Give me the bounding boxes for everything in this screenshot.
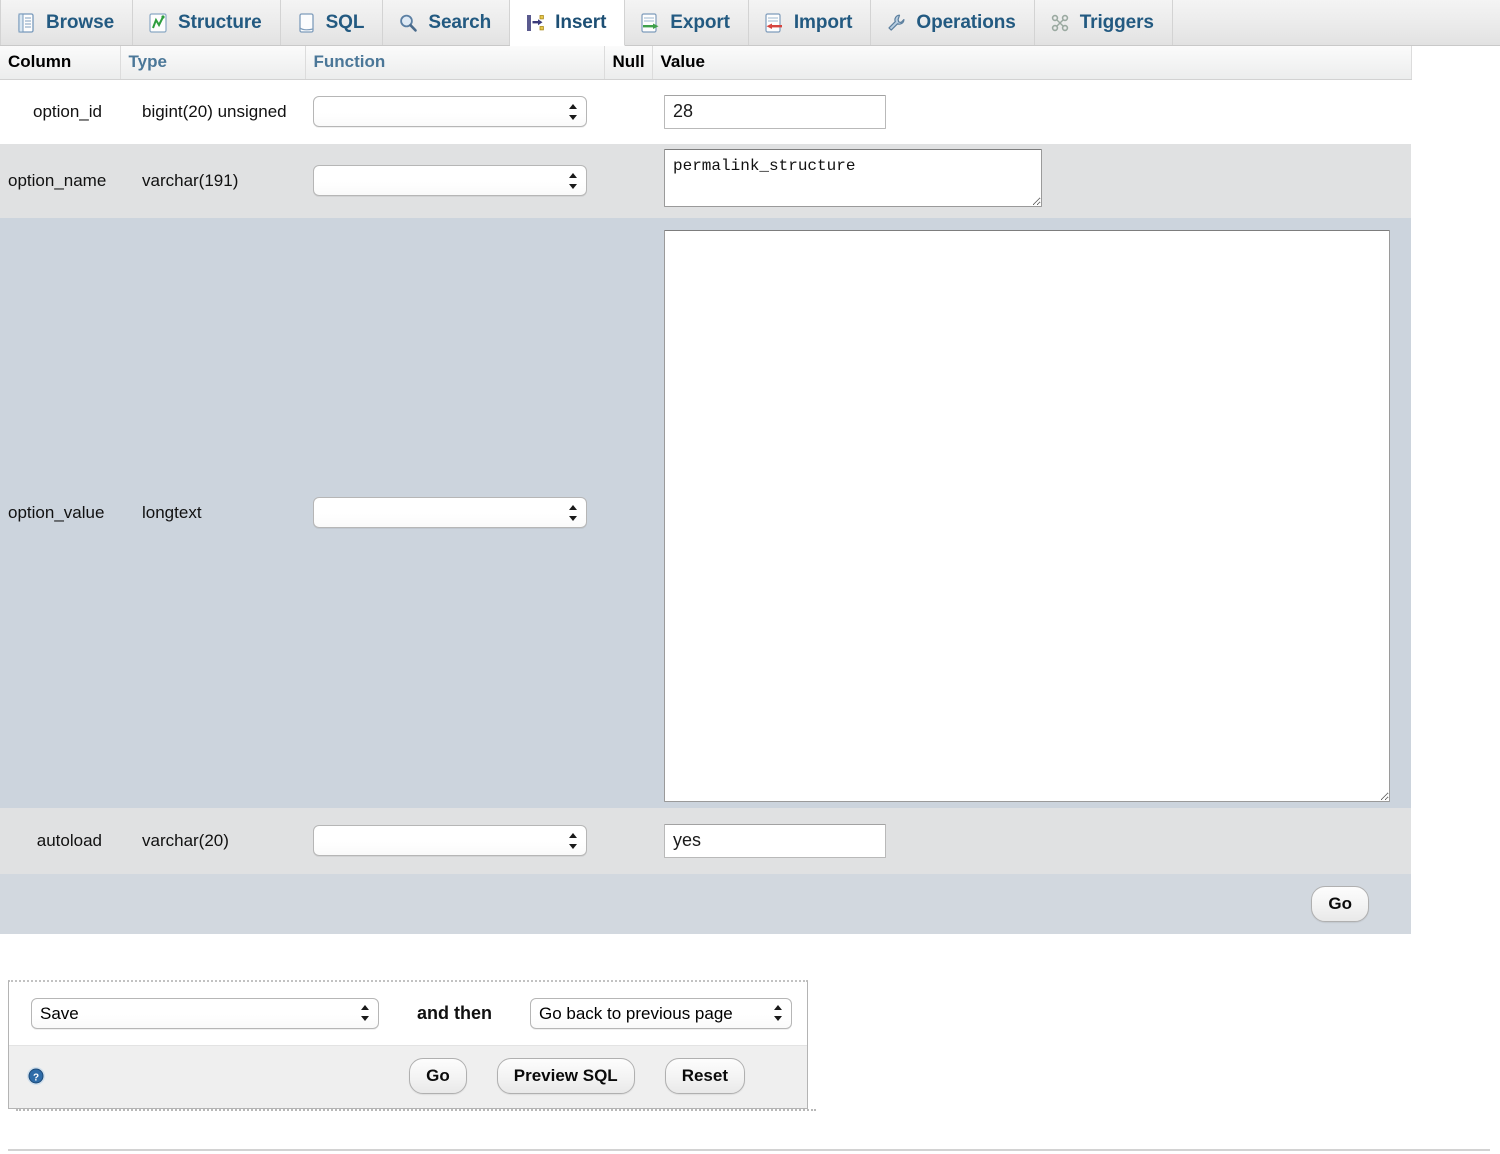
tab-export[interactable]: Export [625, 0, 749, 45]
svg-text:?: ? [33, 1072, 39, 1083]
insert-form-table: Column Type Function Null Value option_i… [0, 46, 1412, 934]
tab-label: Export [670, 12, 730, 34]
row-column-name: autoload [0, 808, 120, 874]
page-divider [8, 1149, 1490, 1151]
export-icon [639, 12, 661, 34]
import-icon [763, 12, 785, 34]
panel-bottom-divider [16, 1109, 816, 1111]
tab-insert[interactable]: Insert [510, 0, 625, 46]
search-icon [397, 12, 419, 34]
sql-icon [295, 12, 317, 34]
go-button[interactable]: Go [409, 1058, 467, 1094]
table-footer-row: Go [0, 874, 1411, 934]
reset-button[interactable]: Reset [665, 1058, 745, 1094]
row-column-type: bigint(20) unsigned [120, 80, 305, 144]
value-textarea[interactable]: permalink_structure [664, 149, 1042, 207]
tab-label: Browse [46, 12, 114, 34]
table-footer-cell: Go [0, 874, 1411, 934]
tab-label: Operations [916, 12, 1015, 34]
row-null-cell [604, 80, 652, 144]
tab-search[interactable]: Search [383, 0, 510, 45]
row-column-type: varchar(20) [120, 808, 305, 874]
tab-label: Search [428, 12, 491, 34]
row-null-cell [604, 808, 652, 874]
row-value-cell [652, 80, 1411, 144]
table-header-row: Column Type Function Null Value [0, 46, 1411, 80]
table-go-button[interactable]: Go [1311, 886, 1369, 922]
function-select[interactable] [313, 165, 587, 196]
table-row: option_name varchar(191) permalink_struc… [0, 144, 1411, 218]
lower-form-selects: Save and then Go back to previous page [9, 982, 807, 1046]
tab-operations[interactable]: Operations [871, 0, 1034, 45]
row-column-name: option_id [0, 80, 120, 144]
function-select[interactable] [313, 825, 587, 856]
table-row: autoload varchar(20) [0, 808, 1411, 874]
table-row: option_value longtext [0, 218, 1411, 808]
lower-form-wrap: Save and then Go back to previous page ? [0, 934, 1500, 1111]
row-column-type: longtext [120, 218, 305, 808]
row-value-cell: permalink_structure [652, 144, 1411, 218]
lower-form-panel: Save and then Go back to previous page ? [8, 980, 808, 1109]
value-input[interactable] [664, 95, 886, 129]
row-function-cell [305, 218, 604, 808]
value-textarea[interactable] [664, 230, 1390, 802]
tab-triggers[interactable]: Triggers [1035, 0, 1173, 45]
tab-label: Structure [178, 12, 262, 34]
table-row: option_id bigint(20) unsigned [0, 80, 1411, 144]
header-function[interactable]: Function [305, 46, 604, 80]
save-select-wrap: Save [31, 998, 379, 1029]
function-select-wrap [313, 96, 587, 127]
function-select-wrap [313, 165, 587, 196]
function-select-wrap [313, 497, 587, 528]
row-function-cell [305, 144, 604, 218]
action-buttons-group: Go Preview SQL Reset [409, 1058, 785, 1094]
row-value-cell [652, 218, 1411, 808]
tab-structure[interactable]: Structure [133, 0, 281, 45]
row-column-type: varchar(191) [120, 144, 305, 218]
structure-icon [147, 12, 169, 34]
row-value-cell [652, 808, 1411, 874]
main-tab-bar: Browse Structure SQL Search [0, 0, 1500, 46]
row-column-name: option_value [0, 218, 120, 808]
row-null-cell [604, 144, 652, 218]
tab-label: SQL [326, 12, 365, 34]
function-select[interactable] [313, 96, 587, 127]
insert-icon [524, 12, 546, 34]
row-function-cell [305, 808, 604, 874]
then-select-wrap: Go back to previous page [530, 998, 792, 1029]
lower-form-buttons: ? Go Preview SQL Reset [9, 1046, 807, 1108]
tab-sql[interactable]: SQL [281, 0, 384, 45]
header-column: Column [0, 46, 120, 80]
tab-import[interactable]: Import [749, 0, 872, 45]
tab-label: Insert [555, 12, 606, 34]
value-input[interactable] [664, 824, 886, 858]
tab-browse[interactable]: Browse [0, 0, 133, 45]
and-then-label: and then [417, 1003, 492, 1024]
browse-icon [15, 12, 37, 34]
header-null: Null [604, 46, 652, 80]
triggers-icon [1049, 12, 1071, 34]
help-icon[interactable]: ? [25, 1065, 47, 1087]
function-select[interactable] [313, 497, 587, 528]
save-action-select[interactable]: Save [31, 998, 379, 1029]
preview-sql-button[interactable]: Preview SQL [497, 1058, 635, 1094]
tab-label: Triggers [1080, 12, 1154, 34]
header-value: Value [652, 46, 1411, 80]
row-column-name: option_name [0, 144, 120, 218]
wrench-icon [885, 12, 907, 34]
function-select-wrap [313, 825, 587, 856]
row-null-cell [604, 218, 652, 808]
row-function-cell [305, 80, 604, 144]
header-type[interactable]: Type [120, 46, 305, 80]
tab-label: Import [794, 12, 853, 34]
after-insert-select[interactable]: Go back to previous page [530, 998, 792, 1029]
